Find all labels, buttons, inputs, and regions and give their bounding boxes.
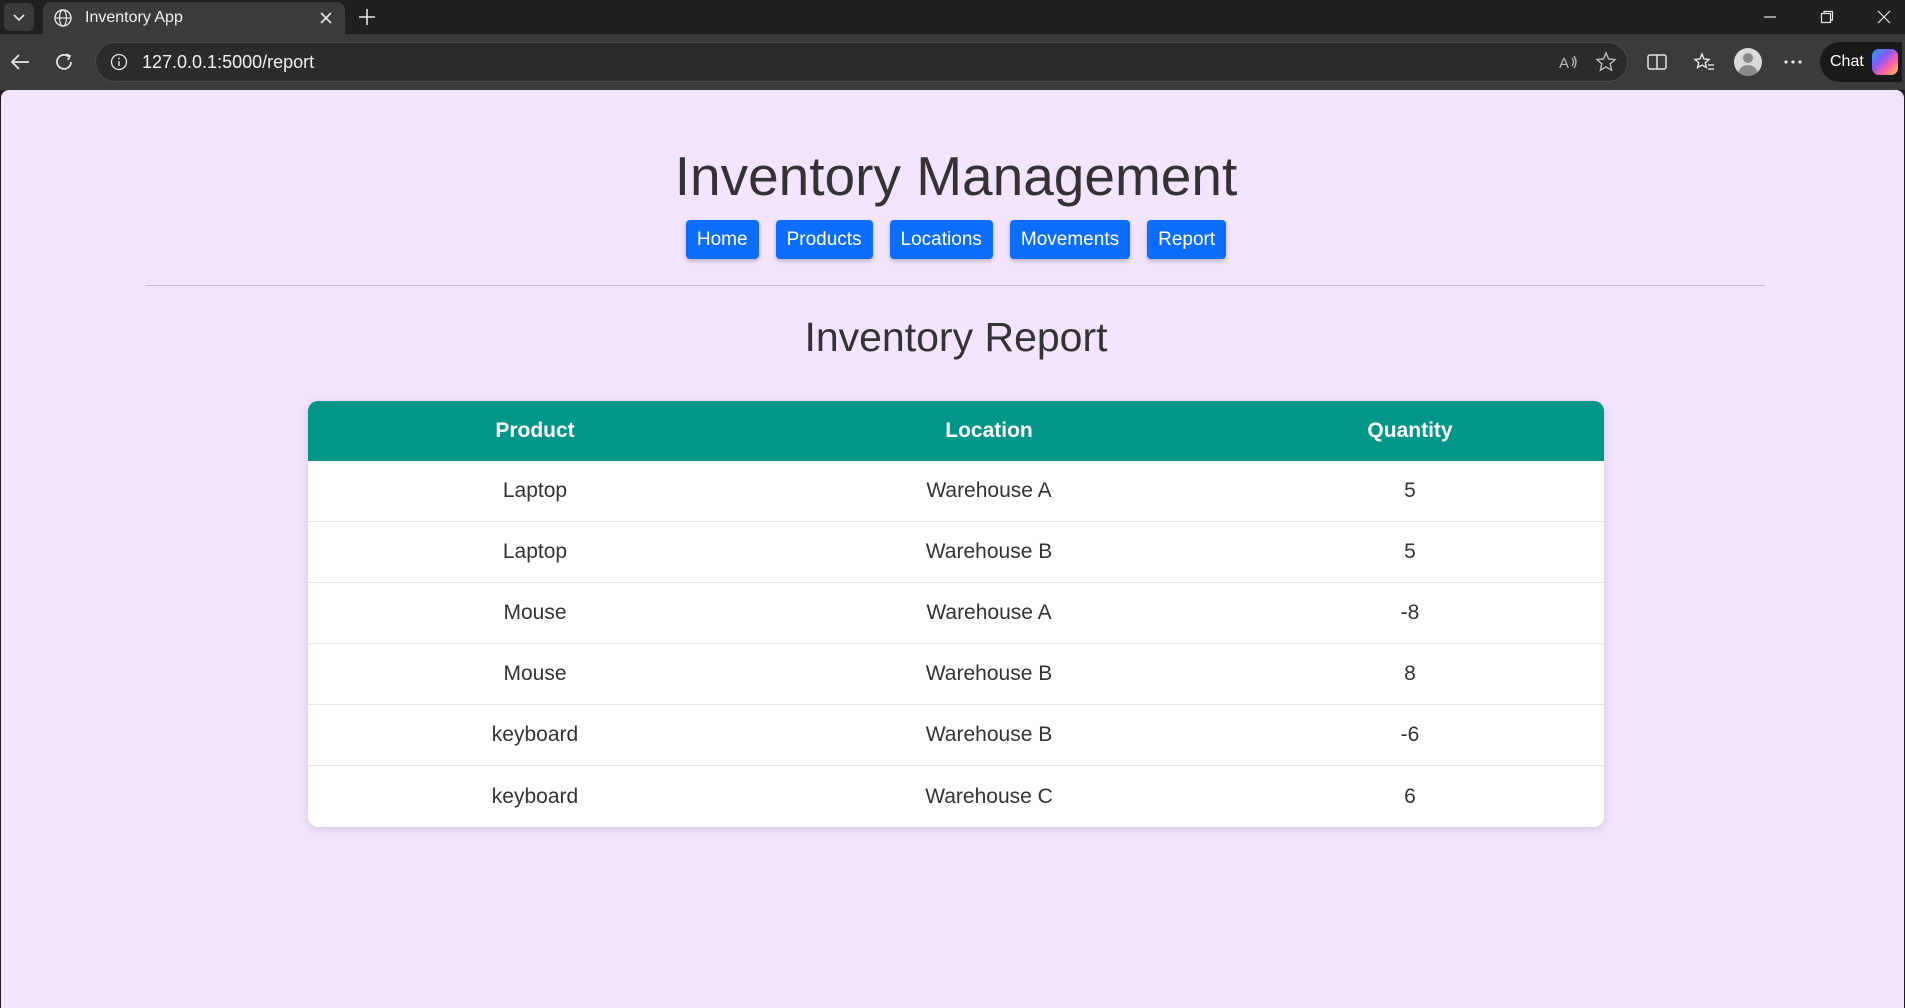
report-title: Inventory Report (804, 314, 1108, 360)
globe-icon (53, 8, 73, 28)
more-options-icon[interactable] (1779, 48, 1807, 76)
header-divider (145, 285, 1765, 286)
svg-text:A: A (1559, 55, 1569, 72)
site-info-icon[interactable] (110, 52, 130, 72)
main-nav: Home Products Locations Movements Report (1, 220, 1905, 259)
chevron-down-icon (13, 14, 25, 22)
reload-icon[interactable] (50, 48, 78, 76)
quantity-cell: -8 (1216, 583, 1604, 644)
favorite-star-icon[interactable] (1595, 51, 1617, 78)
column-header-location: Location (762, 401, 1216, 461)
new-tab-icon[interactable] (354, 4, 380, 30)
location-cell: Warehouse B (762, 644, 1216, 705)
app-title: Inventory Management (674, 145, 1238, 207)
nav-locations-button[interactable]: Locations (889, 220, 993, 259)
location-cell: Warehouse C (925, 784, 1053, 808)
table-row: keyboard Warehouse B -6 (308, 705, 1604, 766)
column-header-product: Product (308, 401, 762, 461)
tab-actions-menu-button[interactable] (4, 3, 34, 31)
browser-titlebar: Inventory App (0, 0, 1905, 34)
close-tab-icon[interactable] (317, 9, 335, 27)
table-row: Laptop Warehouse A 5 (308, 461, 1604, 522)
inventory-report-table: Product Location Quantity Laptop Warehou… (308, 401, 1604, 827)
product-cell: Laptop (308, 461, 762, 522)
page-content: Inventory Management Home Products Locat… (1, 90, 1904, 1008)
nav-home-button[interactable]: Home (685, 220, 759, 259)
table-row: Mouse Warehouse A -8 (308, 583, 1604, 644)
quantity-cell: 5 (1216, 461, 1604, 522)
table-row: Mouse Warehouse B 8 (308, 644, 1604, 705)
address-bar[interactable]: 127.0.0.1:5000/report A (95, 42, 1628, 82)
browser-toolbar: 127.0.0.1:5000/report A Chat (0, 34, 1905, 90)
profile-avatar-icon[interactable] (1734, 48, 1762, 76)
tab-title: Inventory App (85, 9, 183, 26)
product-cell: keyboard (308, 705, 762, 766)
read-aloud-icon[interactable]: A (1557, 51, 1579, 78)
product-cell: keyboard (491, 784, 579, 808)
table-row: Laptop Warehouse B 5 (308, 522, 1604, 583)
table-row: keyboard Warehouse C 6 (308, 766, 1604, 827)
back-arrow-icon[interactable] (6, 48, 34, 76)
restore-icon[interactable] (1799, 0, 1855, 34)
quantity-cell: 6 (1404, 784, 1416, 808)
browser-tab[interactable]: Inventory App (43, 2, 345, 34)
close-window-icon[interactable] (1856, 0, 1905, 34)
split-screen-icon[interactable] (1643, 48, 1671, 76)
column-header-quantity: Quantity (1216, 401, 1604, 461)
nav-movements-button[interactable]: Movements (1009, 220, 1131, 259)
location-cell: Warehouse B (762, 705, 1216, 766)
table-header-row: Product Location Quantity (308, 401, 1604, 461)
chat-label: Chat (1830, 53, 1864, 70)
location-cell: Warehouse A (762, 461, 1216, 522)
nav-report-button[interactable]: Report (1147, 220, 1227, 259)
quantity-cell: -6 (1216, 705, 1604, 766)
quantity-cell: 8 (1216, 644, 1604, 705)
nav-products-button[interactable]: Products (775, 220, 873, 259)
copilot-icon (1871, 49, 1898, 75)
minimize-icon[interactable] (1742, 0, 1798, 34)
product-cell: Mouse (308, 644, 762, 705)
product-cell: Mouse (308, 583, 762, 644)
location-cell: Warehouse B (762, 522, 1216, 583)
product-cell: Laptop (308, 522, 762, 583)
copilot-chat-button[interactable]: Chat (1820, 42, 1902, 82)
quantity-cell: 5 (1216, 522, 1604, 583)
url-text: 127.0.0.1:5000/report (142, 51, 315, 72)
favorites-list-icon[interactable] (1690, 48, 1718, 76)
location-cell: Warehouse A (762, 583, 1216, 644)
